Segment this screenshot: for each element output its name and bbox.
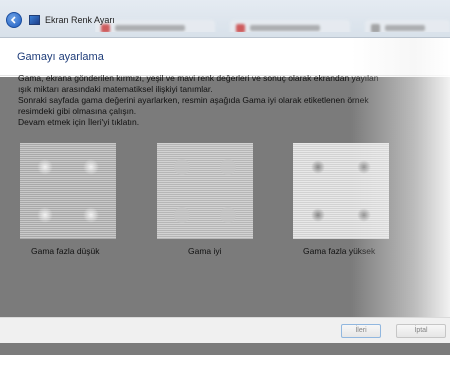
wizard-header: Gamayı ayarlama — [0, 38, 450, 76]
description-line: ışık miktarı arasındaki matematiksel ili… — [18, 84, 213, 94]
background-tabs — [95, 10, 450, 32]
description-line: resimdeki gibi olmasına çalışın. — [18, 106, 137, 116]
gamma-high-image — [293, 143, 389, 239]
page-title: Gamayı ayarlama — [17, 51, 104, 63]
display-color-icon — [29, 15, 40, 25]
wizard-footer: İleri İptal — [0, 317, 450, 343]
gamma-good-label: Gama iyi — [188, 246, 222, 256]
cancel-button[interactable]: İptal — [396, 324, 446, 338]
description-line: Devam etmek için İleri'yi tıklatın. — [18, 117, 140, 127]
description-line: Sonraki sayfada gama değerini ayarlarken… — [18, 95, 369, 105]
background-tab — [230, 20, 350, 32]
back-arrow-icon — [10, 16, 16, 24]
window-title: Ekran Renk Ayarı — [45, 15, 115, 25]
back-button[interactable] — [6, 12, 22, 28]
description: Gama, ekrana gönderilen kırmızı, yeşil v… — [18, 73, 433, 128]
gamma-sample-good — [157, 143, 253, 239]
description-line: Gama, ekrana gönderilen kırmızı, yeşil v… — [18, 73, 379, 83]
gamma-sample-low — [20, 143, 116, 239]
gamma-good-image — [157, 143, 253, 239]
next-button[interactable]: İleri — [341, 324, 381, 338]
title-bar: Ekran Renk Ayarı — [0, 0, 450, 38]
background-tab — [365, 20, 450, 32]
gamma-sample-high — [293, 143, 389, 239]
gamma-high-label: Gama fazla yüksek — [303, 246, 376, 256]
gamma-low-label: Gama fazla düşük — [31, 246, 100, 256]
gamma-low-image — [20, 143, 116, 239]
